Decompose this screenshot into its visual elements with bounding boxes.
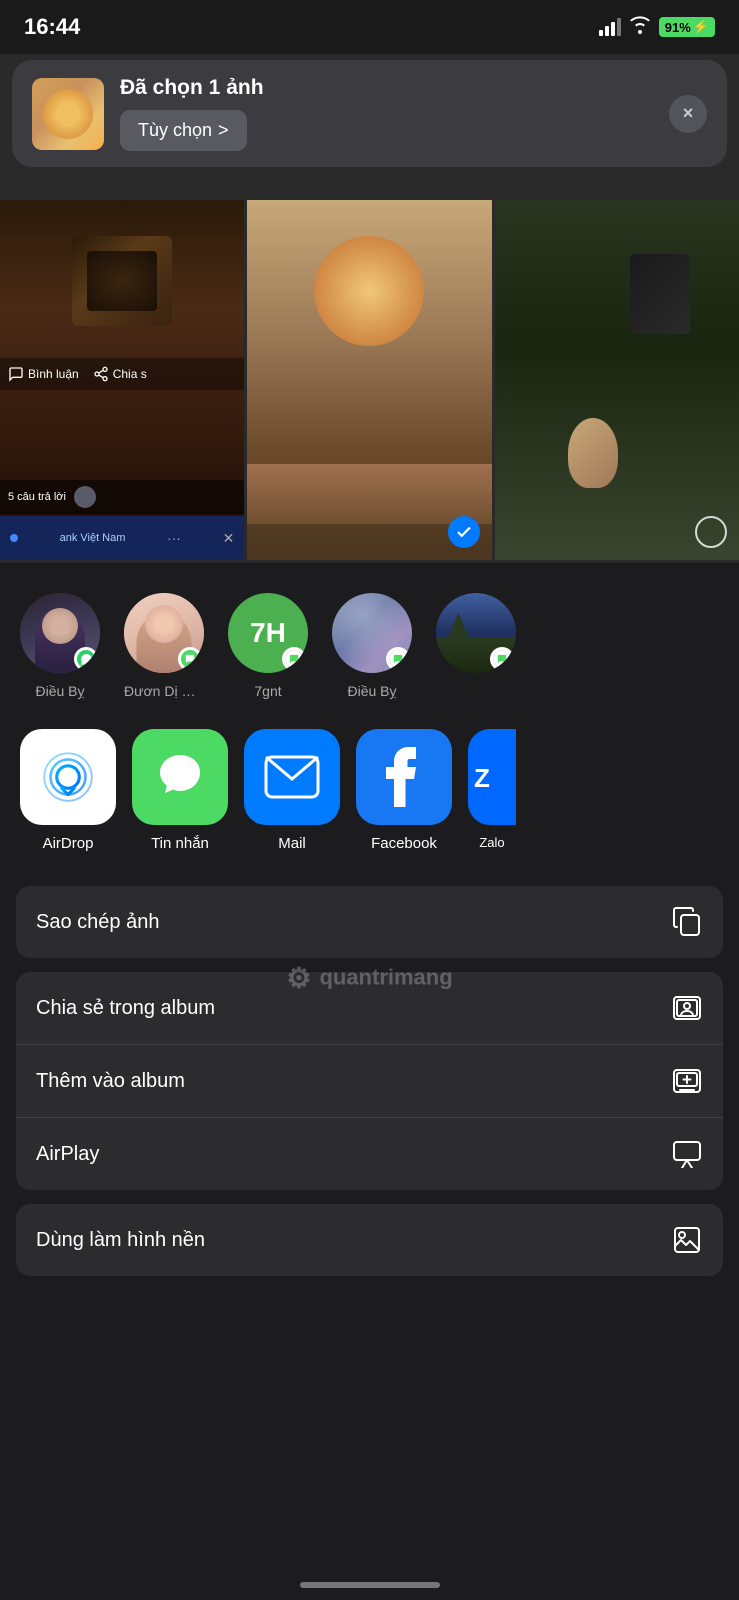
photo-cell-2[interactable] (247, 200, 491, 560)
facebook-app-icon (356, 729, 452, 825)
action-list: Sao chép ảnh Chia sẻ trong album (16, 886, 723, 1288)
action-item-add-album[interactable]: Thêm vào album (16, 1045, 723, 1118)
action-label-wallpaper: Dùng làm hình nền (36, 1229, 205, 1252)
share-title: Đã chọn 1 ảnh (120, 76, 653, 100)
app-label-mail: Mail (278, 835, 306, 852)
action-label-add-album: Thêm vào album (36, 1070, 185, 1093)
action-label-share-album: Chia sẻ trong album (36, 997, 215, 1020)
apps-row: AirDrop Tin nhắn Mail (0, 719, 739, 872)
share-label: Chia s (113, 367, 147, 381)
battery-lightning: ⚡ (693, 19, 709, 35)
contact-item-1[interactable]: Điều Bỵ (20, 593, 100, 699)
contact-badge-2 (178, 647, 202, 671)
action-item-airplay[interactable]: AirPlay (16, 1118, 723, 1190)
contact-item-5[interactable] (436, 593, 516, 699)
zalo-app-icon: Z (468, 729, 516, 825)
contact-item-4[interactable]: Điều Bỵ (332, 593, 412, 699)
bank-bar: ank Việt Nam ··· ✕ (0, 516, 244, 560)
app-item-messages[interactable]: Tin nhắn (132, 729, 228, 852)
share-album-icon (671, 992, 703, 1024)
contact-name-4: Điều Bỵ (347, 683, 396, 699)
contact-badge-4 (386, 647, 410, 671)
share-thumbnail (32, 78, 104, 150)
action-label-copy-photo: Sao chép ảnh (36, 911, 159, 934)
action-group-3: Dùng làm hình nền (16, 1204, 723, 1276)
photo-grid: ank Việt Nam ··· ✕ 5 câu trả lời Bình lu… (0, 200, 739, 560)
contact-name-3: 7gnt (254, 683, 281, 699)
svg-text:Z: Z (474, 763, 490, 793)
app-label-messages: Tin nhắn (151, 835, 209, 852)
action-label-airplay: AirPlay (36, 1143, 99, 1166)
share-sheet: ⚙ quantrimang Điều Bỵ (0, 563, 739, 1600)
contact-avatar-4 (332, 593, 412, 673)
action-item-copy-photo[interactable]: Sao chép ảnh (16, 886, 723, 958)
photo-cell-1[interactable]: ank Việt Nam ··· ✕ 5 câu trả lời Bình lu… (0, 200, 244, 560)
contact-avatar-2 (124, 593, 204, 673)
app-item-mail[interactable]: Mail (244, 729, 340, 852)
contact-name-2: Đươn Dị Bình (124, 683, 204, 699)
battery-percent: 91% (665, 20, 691, 35)
home-indicator (300, 1582, 440, 1588)
messages-app-icon (132, 729, 228, 825)
share-header: Đã chọn 1 ảnh Tùy chọn > × (12, 60, 727, 167)
contact-avatar-1 (20, 593, 100, 673)
close-icon: × (683, 103, 694, 124)
contact-name-1: Điều Bỵ (35, 683, 84, 699)
share-options-label: Tùy chọn (138, 120, 212, 141)
app-item-zalo[interactable]: Z Zalo (468, 729, 516, 852)
contact-badge-5 (490, 647, 514, 671)
contacts-row: Điều Bỵ Đươn Dị Bình 7H (0, 563, 739, 719)
photo-cell-3[interactable] (495, 200, 739, 560)
app-label-zalo: Zalo (479, 835, 504, 850)
contact-avatar-3: 7H (228, 593, 308, 673)
wifi-icon (629, 16, 651, 39)
contact-item-3[interactable]: 7H 7gnt (228, 593, 308, 699)
action-group-2: Chia sẻ trong album Thêm vào album (16, 972, 723, 1190)
airdrop-app-icon (20, 729, 116, 825)
copy-icon (671, 906, 703, 938)
mail-app-icon (244, 729, 340, 825)
action-item-wallpaper[interactable]: Dùng làm hình nền (16, 1204, 723, 1276)
chevron-right-icon: > (218, 120, 229, 141)
airplay-icon (671, 1138, 703, 1170)
photo-unselected-check (695, 516, 727, 548)
share-info: Đã chọn 1 ảnh Tùy chọn > (120, 76, 653, 151)
status-time: 16:44 (24, 14, 80, 40)
action-item-share-album[interactable]: Chia sẻ trong album (16, 972, 723, 1045)
share-close-button[interactable]: × (669, 95, 707, 133)
battery-icon: 91% ⚡ (659, 17, 715, 37)
comment-label: Bình luận (28, 367, 79, 381)
add-album-icon (671, 1065, 703, 1097)
signal-icon (599, 18, 621, 36)
app-label-facebook: Facebook (371, 835, 437, 852)
contact-item-2[interactable]: Đươn Dị Bình (124, 593, 204, 699)
app-item-airdrop[interactable]: AirDrop (20, 729, 116, 852)
contact-badge-1 (74, 647, 98, 671)
app-item-facebook[interactable]: Facebook (356, 729, 452, 852)
photo-selected-check (448, 516, 480, 548)
bank-text: ank Việt Nam (60, 532, 126, 544)
contact-avatar-5 (436, 593, 516, 673)
notif-text: 5 câu trả lời (8, 491, 66, 503)
app-label-airdrop: AirDrop (43, 835, 94, 852)
status-icons: 91% ⚡ (599, 16, 715, 39)
contact-badge-3 (282, 647, 306, 671)
share-options-button[interactable]: Tùy chọn > (120, 110, 247, 151)
wallpaper-icon (671, 1224, 703, 1256)
action-group-1: Sao chép ảnh (16, 886, 723, 958)
status-bar: 16:44 91% ⚡ (0, 0, 739, 54)
